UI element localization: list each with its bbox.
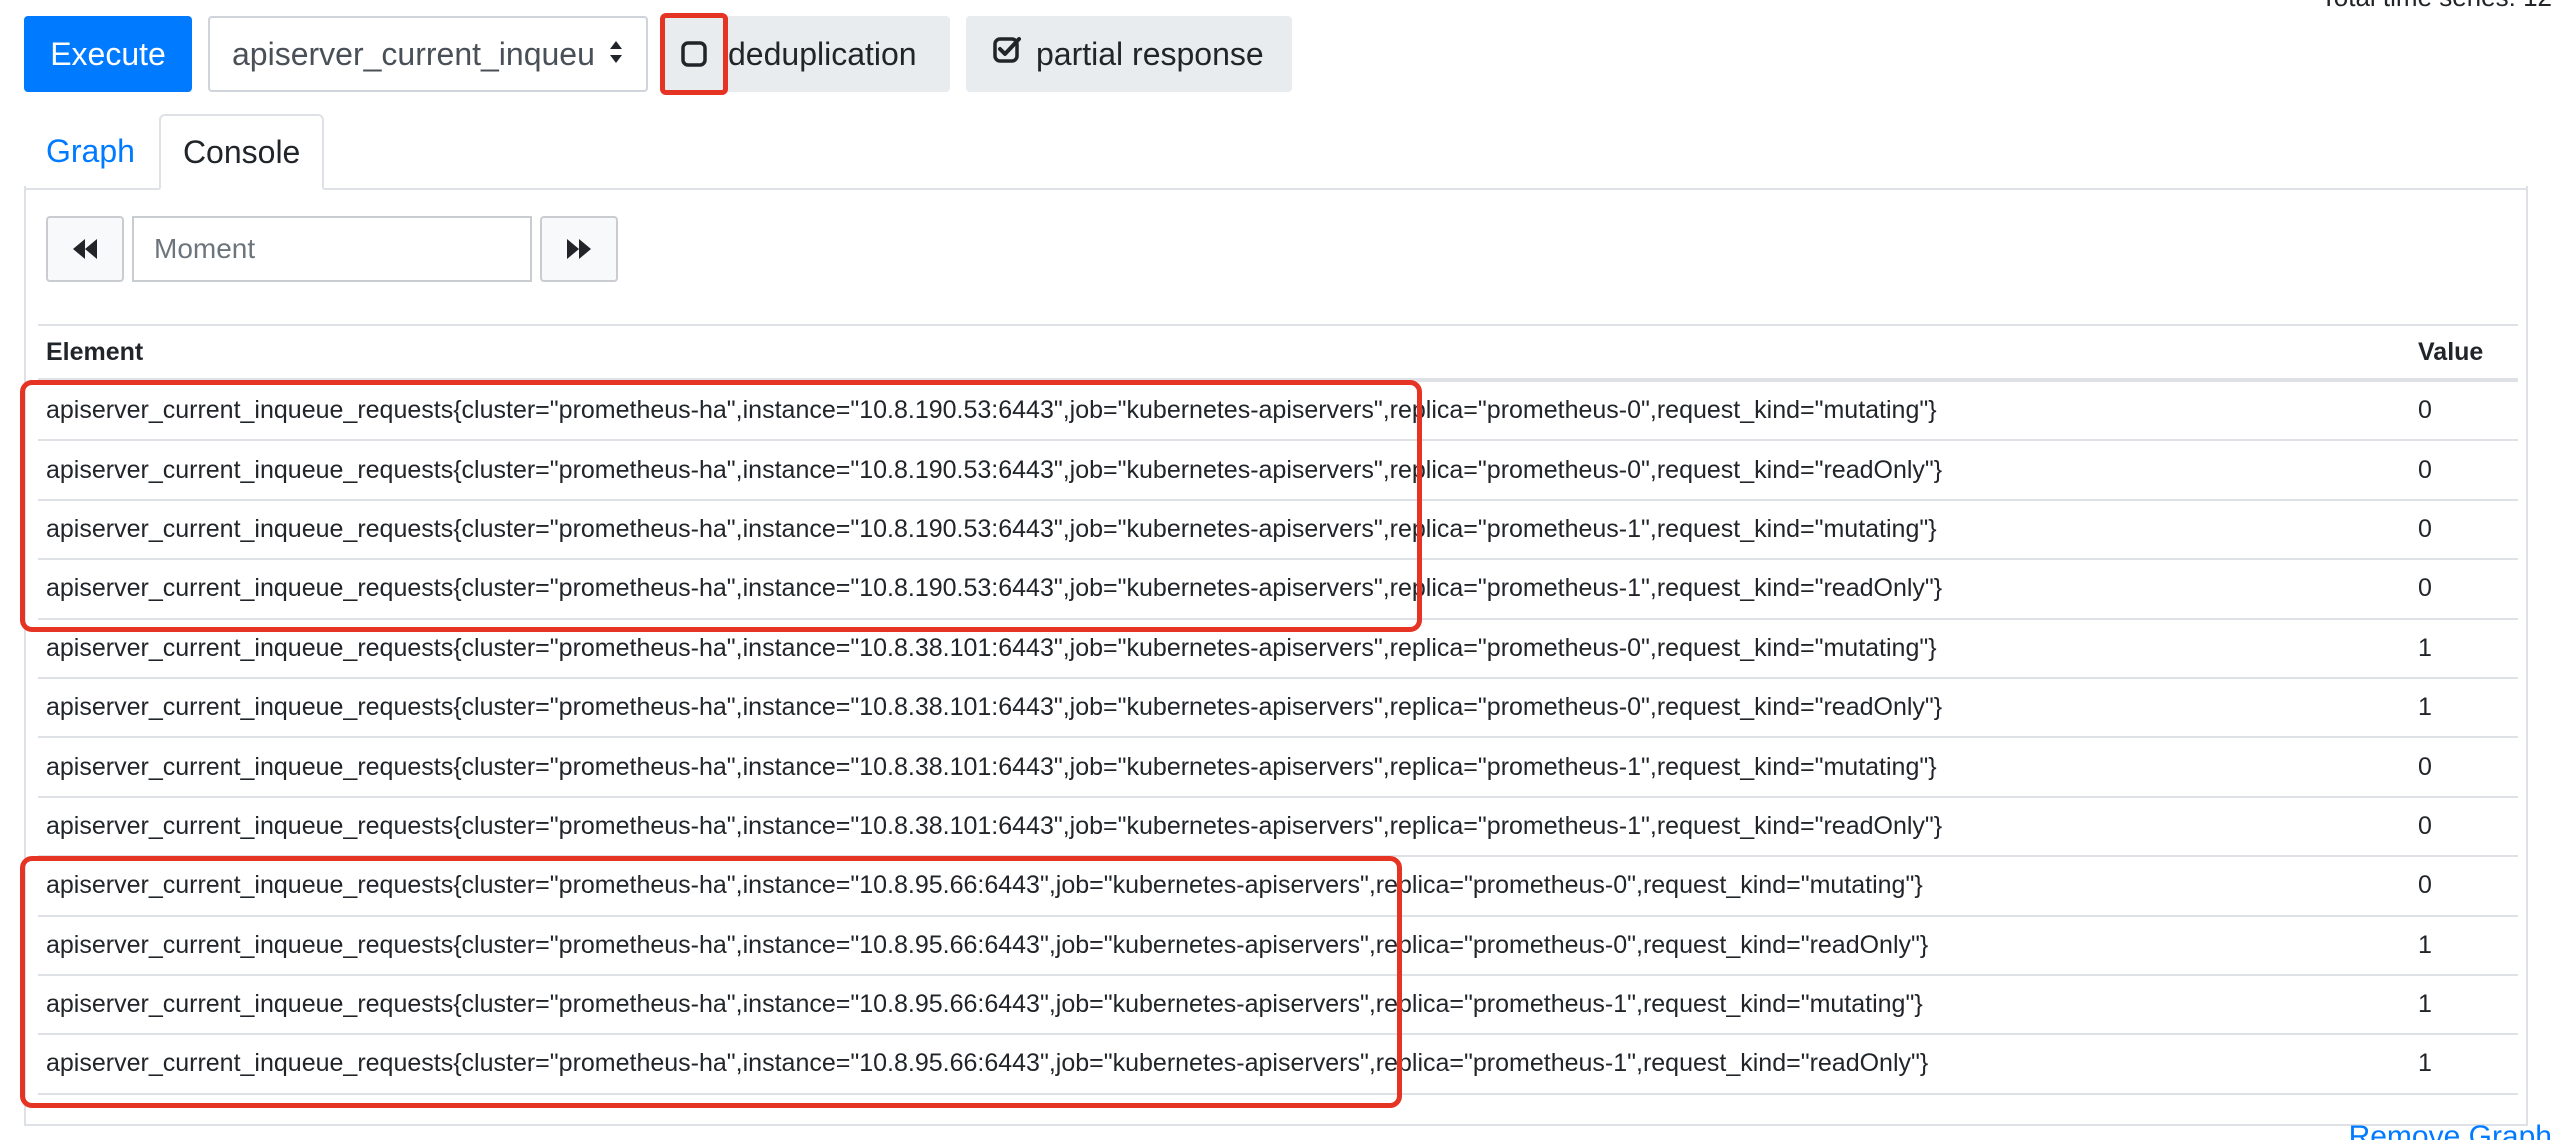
series-value: 1	[2418, 693, 2432, 722]
table-row: apiserver_current_inqueue_requests{clust…	[38, 679, 2518, 739]
table-row: apiserver_current_inqueue_requests{clust…	[38, 441, 2518, 501]
table-row: apiserver_current_inqueue_requests{clust…	[38, 798, 2518, 858]
table-row: apiserver_current_inqueue_requests{clust…	[38, 738, 2518, 798]
query-select-value: apiserver_current_inqueue_requests	[232, 35, 596, 72]
prometheus-query-page: Total time series: 12 Execute apiserver_…	[0, 0, 2552, 1140]
partial-response-toggle[interactable]: partial response	[966, 16, 1292, 92]
series-value: 1	[2418, 633, 2432, 662]
view-tabs: Graph Console	[24, 114, 2528, 190]
query-toolbar: Execute apiserver_current_inqueue_reques…	[24, 13, 1292, 95]
series-element: apiserver_current_inqueue_requests{clust…	[46, 990, 1923, 1019]
series-value: 0	[2418, 396, 2432, 425]
series-element: apiserver_current_inqueue_requests{clust…	[46, 752, 1937, 781]
table-row: apiserver_current_inqueue_requests{clust…	[38, 917, 2518, 976]
series-element: apiserver_current_inqueue_requests{clust…	[46, 871, 1923, 900]
execute-button[interactable]: Execute	[24, 16, 192, 92]
column-header-value: Value	[2418, 337, 2484, 366]
table-row: apiserver_current_inqueue_requests{clust…	[38, 976, 2518, 1036]
series-element: apiserver_current_inqueue_requests{clust…	[46, 455, 1943, 484]
series-value: 0	[2418, 574, 2432, 603]
table-row: apiserver_current_inqueue_requests{clust…	[38, 857, 2518, 917]
series-value: 0	[2418, 811, 2432, 840]
deduplication-label: deduplication	[728, 35, 917, 72]
deduplication-checkbox-highlight[interactable]	[660, 13, 728, 95]
query-select[interactable]: apiserver_current_inqueue_requests	[208, 16, 648, 92]
total-series-count: Total time series: 12	[2321, 0, 2552, 13]
series-value: 0	[2418, 871, 2432, 900]
next-time-button[interactable]	[540, 216, 618, 282]
fast-forward-icon	[567, 239, 591, 259]
table-row: apiserver_current_inqueue_requests{clust…	[38, 1035, 2518, 1095]
moment-input[interactable]: Moment	[132, 216, 532, 282]
series-value: 0	[2418, 514, 2432, 543]
series-element: apiserver_current_inqueue_requests{clust…	[46, 633, 1937, 662]
table-row: apiserver_current_inqueue_requests{clust…	[38, 382, 2518, 442]
series-value: 0	[2418, 752, 2432, 781]
deduplication-toggle[interactable]: deduplication	[660, 13, 950, 95]
series-element: apiserver_current_inqueue_requests{clust…	[46, 574, 1943, 603]
series-element: apiserver_current_inqueue_requests{clust…	[46, 930, 1929, 959]
series-value: 1	[2418, 930, 2432, 959]
table-row: apiserver_current_inqueue_requests{clust…	[38, 620, 2518, 679]
series-element: apiserver_current_inqueue_requests{clust…	[46, 811, 1943, 840]
time-controls: Moment	[46, 216, 618, 282]
sort-arrows-icon	[608, 36, 626, 73]
series-value: 1	[2418, 990, 2432, 1019]
series-element: apiserver_current_inqueue_requests{clust…	[46, 693, 1943, 722]
table-row: apiserver_current_inqueue_requests{clust…	[38, 501, 2518, 561]
tab-console[interactable]: Console	[158, 114, 325, 190]
partial-response-label: partial response	[1036, 35, 1264, 72]
series-element: apiserver_current_inqueue_requests{clust…	[46, 514, 1937, 543]
checked-square-icon	[992, 35, 1022, 73]
console-panel: Moment Element Value apiserver_current_i…	[20, 186, 2528, 1126]
table-row: apiserver_current_inqueue_requests{clust…	[38, 560, 2518, 620]
series-element: apiserver_current_inqueue_requests{clust…	[46, 1049, 1929, 1078]
results-table: Element Value apiserver_current_inqueue_…	[38, 324, 2518, 1095]
table-header: Element Value	[38, 324, 2518, 382]
series-value: 0	[2418, 455, 2432, 484]
fast-backward-icon	[73, 239, 97, 259]
series-element: apiserver_current_inqueue_requests{clust…	[46, 396, 1937, 425]
previous-time-button[interactable]	[46, 216, 124, 282]
remove-graph-link[interactable]: Remove Graph	[2349, 1120, 2552, 1140]
unchecked-square-icon	[681, 41, 707, 67]
column-header-element: Element	[46, 337, 144, 366]
tab-graph[interactable]: Graph	[24, 114, 157, 188]
series-value: 1	[2418, 1049, 2432, 1078]
